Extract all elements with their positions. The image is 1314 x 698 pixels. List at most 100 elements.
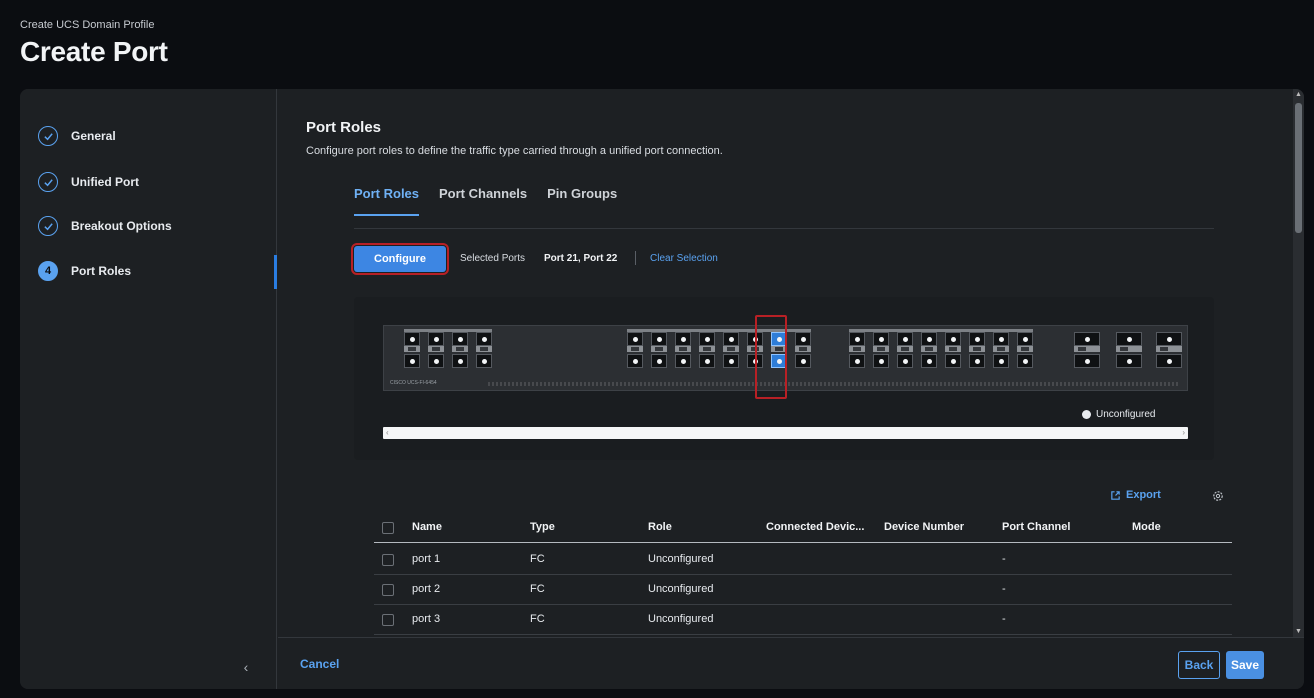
switch-port[interactable] [969,354,985,368]
switch-port[interactable] [699,332,715,346]
port-dot-icon [1084,336,1090,342]
port-label-tab [404,346,420,352]
row-checkbox[interactable] [382,554,394,566]
switch-port[interactable] [723,332,739,346]
column-header[interactable]: Name [412,521,442,533]
tab-pin-groups[interactable]: Pin Groups [547,186,617,216]
uplink-port[interactable] [1074,332,1100,346]
configure-button[interactable]: Configure [351,243,449,275]
switch-port[interactable] [993,354,1009,368]
switch-port[interactable] [921,332,937,346]
uplink-port[interactable] [1156,332,1182,346]
scrollbar-thumb[interactable] [1295,103,1302,233]
port-dot-icon [728,336,734,342]
port-name: port 2 [412,583,441,595]
switch-port[interactable] [795,332,811,346]
save-button[interactable]: Save [1226,651,1264,679]
port-label-tab [1074,346,1100,352]
port-label-tab [945,346,961,352]
switch-port[interactable] [651,332,667,346]
switch-port[interactable] [627,354,643,368]
column-header[interactable]: Type [530,521,555,533]
port-dot-icon [800,336,806,342]
breadcrumb[interactable]: Create UCS Domain Profile [20,19,155,31]
column-header[interactable]: Role [648,521,672,533]
column-header[interactable]: Connected Devic... [766,521,864,533]
table-row[interactable]: port 1 FC Unconfigured - [374,545,1232,575]
uplink-port[interactable] [1156,354,1182,368]
switch-port[interactable] [476,332,492,346]
step-port-roles[interactable]: 4 Port Roles [38,259,131,283]
scroll-right-icon[interactable]: › [1182,427,1185,439]
switch-port[interactable] [452,332,468,346]
switch-port[interactable] [675,332,691,346]
horizontal-scrollbar[interactable]: ‹ › [383,427,1188,439]
port-label-tab [428,346,444,352]
switch-port[interactable] [428,354,444,368]
switch-port[interactable] [428,332,444,346]
back-button[interactable]: Back [1178,651,1220,679]
row-checkbox[interactable] [382,584,394,596]
port-label-tab [849,346,865,352]
clear-selection-link[interactable]: Clear Selection [650,253,718,264]
switch-port[interactable] [675,354,691,368]
step-breakout-options[interactable]: Breakout Options [38,214,172,238]
tab-port-roles[interactable]: Port Roles [354,186,420,216]
step-unified-port[interactable]: Unified Port [38,170,139,194]
select-all-checkbox[interactable] [382,522,394,534]
switch-port[interactable] [404,332,420,346]
switch-port[interactable] [476,354,492,368]
column-header[interactable]: Port Channel [1002,521,1070,533]
gear-icon[interactable] [1211,489,1225,503]
switch-port[interactable] [849,332,865,346]
port-dot-icon [926,358,932,364]
port-type: FC [530,583,545,595]
switch-port[interactable] [404,354,420,368]
column-header[interactable]: Device Number [884,521,964,533]
switch-port[interactable] [921,354,937,368]
scroll-down-icon[interactable]: ▼ [1293,628,1304,635]
switch-port[interactable] [1017,354,1033,368]
port-dot-icon [854,336,860,342]
uplink-port[interactable] [1116,354,1142,368]
vertical-scrollbar[interactable]: ▲ ▼ [1293,89,1304,637]
switch-port[interactable] [651,354,667,368]
switch-port[interactable] [795,354,811,368]
switch-port[interactable] [945,332,961,346]
uplink-port[interactable] [1116,332,1142,346]
page-header: Create UCS Domain Profile Create Port [0,0,1314,90]
switch-port[interactable] [873,354,889,368]
column-header[interactable]: Mode [1132,521,1161,533]
legend: Unconfigured [1082,409,1155,420]
cancel-button[interactable]: Cancel [300,657,339,671]
port-dot-icon [800,358,806,364]
switch-port[interactable] [897,332,913,346]
uplink-port[interactable] [1074,354,1100,368]
switch-port[interactable] [723,354,739,368]
row-checkbox[interactable] [382,614,394,626]
switch-port[interactable] [452,354,468,368]
switch-port[interactable] [1017,332,1033,346]
switch-port[interactable] [945,354,961,368]
table-row[interactable]: port 2 FC Unconfigured - [374,575,1232,605]
switch-port[interactable] [627,332,643,346]
export-button[interactable]: Export [1110,489,1161,501]
chevron-left-icon[interactable]: ‹ [238,659,254,675]
switch-port[interactable] [873,332,889,346]
switch-port[interactable] [849,354,865,368]
switch-port[interactable] [969,332,985,346]
selection-highlight [755,315,787,399]
port-dot-icon [878,358,884,364]
port-label-tab [1156,346,1182,352]
port-dot-icon [433,358,439,364]
switch-port[interactable] [897,354,913,368]
step-label: Port Roles [71,264,132,278]
tab-port-channels[interactable]: Port Channels [439,186,527,216]
step-general[interactable]: General [38,124,116,148]
table-row[interactable]: port 3 FC Unconfigured - [374,605,1232,635]
scroll-up-icon[interactable]: ▲ [1293,91,1304,98]
active-step-indicator [274,255,277,289]
switch-port[interactable] [699,354,715,368]
scroll-left-icon[interactable]: ‹ [386,427,389,439]
switch-port[interactable] [993,332,1009,346]
